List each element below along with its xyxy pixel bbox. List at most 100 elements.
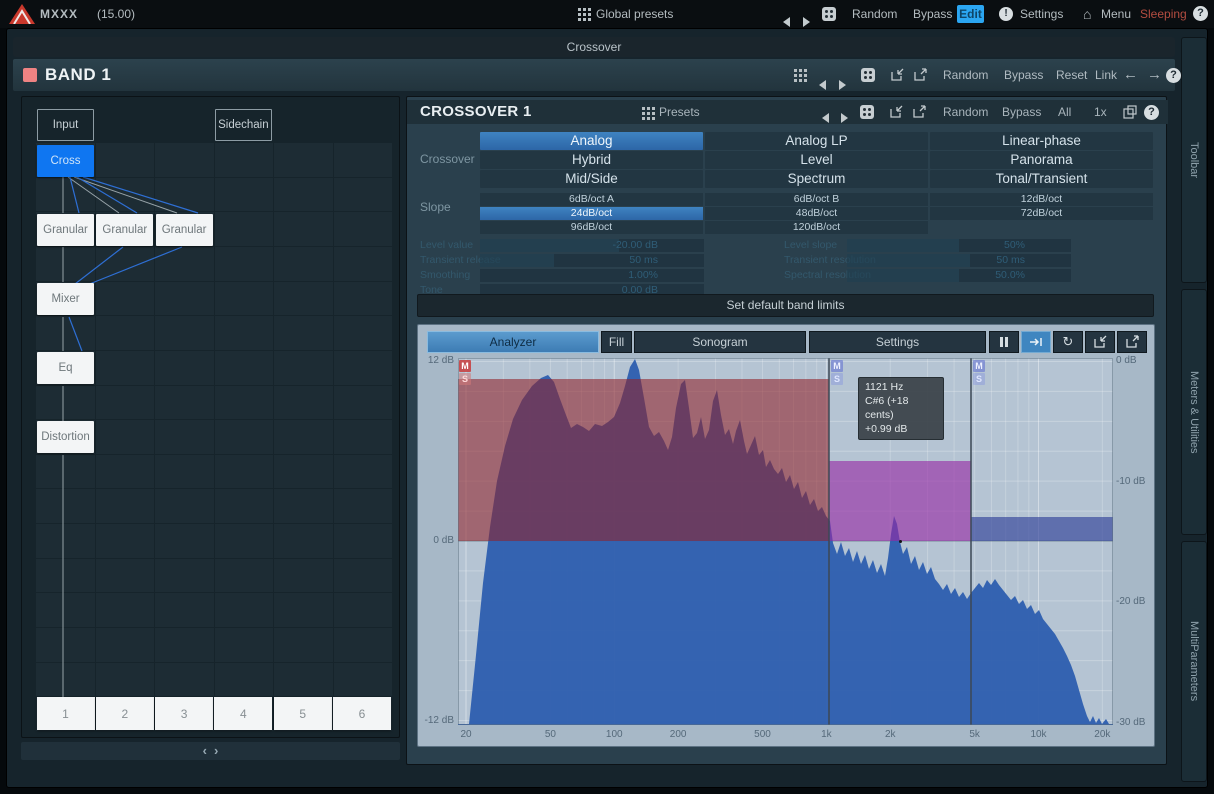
scale-button[interactable]: 1x <box>1094 100 1107 124</box>
sidebar-tab-meters-utilities[interactable]: Meters & Utilities <box>1181 289 1207 535</box>
grid-icon[interactable] <box>578 8 581 11</box>
export-icon[interactable] <box>913 68 928 82</box>
node-sidechain[interactable]: Sidechain <box>215 109 272 141</box>
home-icon[interactable]: ⌂ <box>1083 0 1091 28</box>
link-button[interactable]: Link <box>1095 59 1117 91</box>
scroll-left-icon[interactable]: ‹ <box>203 742 207 760</box>
previous-preset-icon[interactable] <box>783 9 790 19</box>
node-distortion[interactable]: Distortion <box>37 421 94 453</box>
bypass-button[interactable]: Bypass <box>1004 59 1043 91</box>
random-button[interactable]: Random <box>943 100 988 124</box>
side-marker-badge[interactable]: S <box>831 373 843 385</box>
randomize-dice-icon[interactable] <box>861 68 875 82</box>
node-cross[interactable]: Cross <box>37 145 94 177</box>
help-icon[interactable]: ? <box>1193 6 1208 21</box>
band-slot-1[interactable]: 1 <box>37 697 95 730</box>
next-preset-icon[interactable] <box>803 9 810 19</box>
slope-option-72db-oct[interactable]: 72dB/oct <box>930 207 1153 220</box>
global-presets-button[interactable]: Global presets <box>596 0 673 28</box>
crossover-option-analog[interactable]: Analog <box>480 132 703 150</box>
bypass-button[interactable]: Bypass <box>913 0 952 28</box>
param-slider-spectral-resolution[interactable]: 50.0% <box>847 269 1071 282</box>
crossover-option-linear-phase[interactable]: Linear-phase <box>930 132 1153 150</box>
sleeping-indicator[interactable]: Sleeping <box>1140 0 1187 28</box>
normalize-button[interactable] <box>1021 331 1051 353</box>
band-slot-5[interactable]: 5 <box>274 697 332 730</box>
slope-option-12db-oct[interactable]: 12dB/oct <box>930 193 1153 206</box>
sidebar-tab-multiparameters[interactable]: MultiParameters <box>1181 541 1207 782</box>
presets-button[interactable]: Presets <box>659 100 700 124</box>
crossover-option-spectrum[interactable]: Spectrum <box>705 170 928 188</box>
pause-button[interactable] <box>989 331 1019 353</box>
menu-button[interactable]: Menu <box>1101 0 1131 28</box>
info-icon[interactable]: ! <box>999 7 1013 21</box>
param-slider-level-slope[interactable]: 50% <box>847 239 1071 252</box>
random-button[interactable]: Random <box>943 59 988 91</box>
bypass-button[interactable]: Bypass <box>1002 100 1041 124</box>
randomize-dice-icon[interactable] <box>822 7 836 21</box>
slope-option-6db-oct-a[interactable]: 6dB/oct A <box>480 193 703 206</box>
grid-icon[interactable] <box>794 69 797 72</box>
import-icon[interactable] <box>889 105 904 119</box>
node-mixer[interactable]: Mixer <box>37 283 94 315</box>
scroll-right-icon[interactable]: › <box>214 742 218 760</box>
randomize-dice-icon[interactable] <box>860 105 874 119</box>
band-slot-6[interactable]: 6 <box>333 697 391 730</box>
slope-option-48db-oct[interactable]: 48dB/oct <box>705 207 928 220</box>
export-settings-button[interactable] <box>1117 331 1147 353</box>
mid-marker-badge[interactable]: M <box>973 360 985 372</box>
grid-icon[interactable] <box>642 107 645 110</box>
param-slider-transient-release[interactable]: 50 ms <box>480 254 704 267</box>
crossover-tab[interactable]: Crossover <box>13 37 1175 57</box>
crossover-option-mid-side[interactable]: Mid/Side <box>480 170 703 188</box>
previous-icon[interactable] <box>819 70 826 80</box>
node-panel-scrollbar[interactable]: ‹ › <box>21 742 400 760</box>
reset-button[interactable]: Reset <box>1056 59 1087 91</box>
arrow-right-icon[interactable]: → <box>1147 59 1162 91</box>
node-granular[interactable]: Granular <box>156 214 213 246</box>
help-icon[interactable]: ? <box>1144 105 1159 120</box>
param-slider-transient-resolution[interactable]: 50 ms <box>847 254 1071 267</box>
export-icon[interactable] <box>912 105 927 119</box>
random-button[interactable]: Random <box>852 0 897 28</box>
band-color-swatch[interactable] <box>23 68 37 82</box>
sidebar-tab-toolbar[interactable]: Toolbar <box>1181 37 1207 283</box>
node-granular[interactable]: Granular <box>96 214 153 246</box>
side-marker-badge[interactable]: S <box>459 373 471 385</box>
param-slider-smoothing[interactable]: 1.00% <box>480 269 704 282</box>
slope-option-120db-oct[interactable]: 120dB/oct <box>705 221 928 234</box>
help-icon[interactable]: ? <box>1166 68 1181 83</box>
reset-analysis-button[interactable]: ↻ <box>1053 331 1083 353</box>
band-slot-3[interactable]: 3 <box>155 697 213 730</box>
node-eq[interactable]: Eq <box>37 352 94 384</box>
band-region-3[interactable] <box>971 517 1113 541</box>
crossover-option-analog-lp[interactable]: Analog LP <box>705 132 928 150</box>
band-slot-2[interactable]: 2 <box>96 697 154 730</box>
previous-icon[interactable] <box>822 107 829 117</box>
slope-option-6db-oct-b[interactable]: 6dB/oct B <box>705 193 928 206</box>
all-button[interactable]: All <box>1058 100 1071 124</box>
crossover-option-tonal-transient[interactable]: Tonal/Transient <box>930 170 1153 188</box>
spectrum-plot[interactable]: MSMSMS 1121 Hz C#6 (+18 cents) +0.99 dB <box>458 358 1113 725</box>
arrow-left-icon[interactable]: ← <box>1123 59 1138 91</box>
next-icon[interactable] <box>839 70 846 80</box>
param-slider-level-value[interactable]: -20.00 dB <box>480 239 704 252</box>
crossover-option-level[interactable]: Level <box>705 151 928 169</box>
band-region-2[interactable] <box>829 461 971 541</box>
analyzer-tab-analyzer[interactable]: Analyzer <box>427 331 599 353</box>
crossover-option-hybrid[interactable]: Hybrid <box>480 151 703 169</box>
detach-window-icon[interactable] <box>1123 105 1137 119</box>
analyzer-tab-settings[interactable]: Settings <box>809 331 986 353</box>
analyzer-tab-fill[interactable]: Fill <box>601 331 632 353</box>
node-input[interactable]: Input <box>37 109 94 141</box>
slope-option-96db-oct[interactable]: 96dB/oct <box>480 221 703 234</box>
side-marker-badge[interactable]: S <box>973 373 985 385</box>
analyzer-tab-sonogram[interactable]: Sonogram <box>634 331 806 353</box>
mid-marker-badge[interactable]: M <box>831 360 843 372</box>
next-icon[interactable] <box>841 107 848 117</box>
import-settings-button[interactable] <box>1085 331 1115 353</box>
band-slot-4[interactable]: 4 <box>214 697 272 730</box>
mid-marker-badge[interactable]: M <box>459 360 471 372</box>
import-icon[interactable] <box>890 68 905 82</box>
slope-option-24db-oct[interactable]: 24dB/oct <box>480 207 703 220</box>
